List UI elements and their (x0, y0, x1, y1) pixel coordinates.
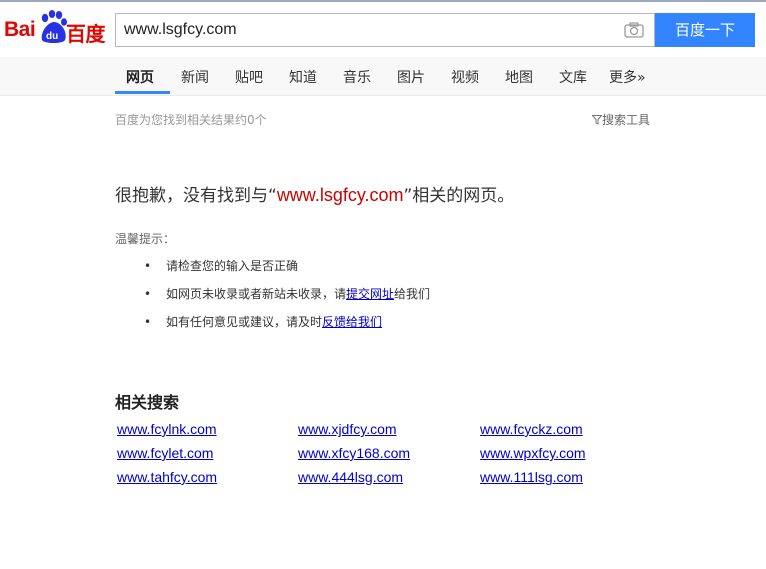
related-search-link[interactable]: www.111lsg.com (480, 469, 583, 485)
tab-images[interactable]: 图片 (397, 67, 425, 87)
related-search-link[interactable]: www.444lsg.com (298, 469, 403, 485)
tip-text: 如有任何意见或建议，请及时 (166, 315, 323, 329)
related-searches-title: 相关搜索 (115, 393, 180, 412)
search-button[interactable]: 百度一下 (655, 13, 755, 47)
tab-news[interactable]: 新闻 (181, 67, 209, 87)
related-search-link[interactable]: www.xjdfcy.com (298, 421, 397, 437)
search-box (115, 13, 655, 47)
tab-music[interactable]: 音乐 (343, 67, 371, 87)
tip-item: • 如网页未收录或者新站未收录，请提交网址给我们 (144, 285, 430, 302)
tip-text: 给我们 (394, 287, 431, 301)
paw-icon: du (41, 10, 67, 43)
filter-icon (592, 115, 602, 125)
no-result-suffix: ”相关的网页。 (403, 186, 515, 206)
tab-tieba[interactable]: 贴吧 (235, 67, 263, 87)
tab-wenku[interactable]: 文库 (559, 67, 587, 87)
feedback-link[interactable]: 反馈给我们 (322, 315, 382, 329)
logo-text-bai: Bai (4, 18, 36, 41)
no-result-prefix: 很抱歉，没有找到与“ (115, 186, 277, 206)
camera-icon[interactable] (624, 22, 644, 38)
search-input[interactable] (124, 20, 604, 40)
search-tools-button[interactable]: 搜索工具 (592, 111, 650, 128)
bullet: • (144, 315, 152, 329)
tab-more[interactable]: 更多» (609, 67, 646, 87)
no-result-keyword: www.lsgfcy.com (276, 185, 404, 205)
tip-item: • 如有任何意见或建议，请及时反馈给我们 (144, 313, 382, 330)
result-count: 百度为您找到相关结果约0个 (115, 113, 267, 127)
search-tools-label: 搜索工具 (602, 113, 651, 127)
bullet: • (144, 287, 152, 301)
window-top-border (0, 0, 766, 2)
related-search-link[interactable]: www.wpxfcy.com (480, 445, 586, 461)
related-search-link[interactable]: www.fcylet.com (117, 445, 213, 461)
tab-webpage[interactable]: 网页 (126, 67, 154, 87)
active-tab-indicator (115, 91, 170, 94)
logo-text-baidu: 百度 (66, 22, 106, 46)
related-search-link[interactable]: www.fcylnk.com (117, 421, 217, 437)
related-search-link[interactable]: www.xfcy168.com (298, 445, 410, 461)
related-search-link[interactable]: www.tahfcy.com (117, 469, 217, 485)
tips-label: 温馨提示： (115, 232, 176, 246)
submit-url-link[interactable]: 提交网址 (346, 287, 394, 301)
tab-zhidao[interactable]: 知道 (289, 67, 317, 87)
tab-map[interactable]: 地图 (505, 67, 533, 87)
logo-paw-text: du (46, 31, 58, 42)
no-result-title: 很抱歉，没有找到与“www.lsgfcy.com”相关的网页。 (115, 181, 514, 206)
tip-text: 请检查您的输入是否正确 (166, 259, 299, 273)
tip-item: • 请检查您的输入是否正确 (144, 257, 298, 274)
related-search-link[interactable]: www.fcyckz.com (480, 421, 583, 437)
tip-text: 如网页未收录或者新站未收录，请 (166, 287, 347, 301)
tab-video[interactable]: 视频 (451, 67, 479, 87)
bullet: • (144, 259, 152, 273)
baidu-logo[interactable]: Bai du 百度 (4, 10, 106, 46)
